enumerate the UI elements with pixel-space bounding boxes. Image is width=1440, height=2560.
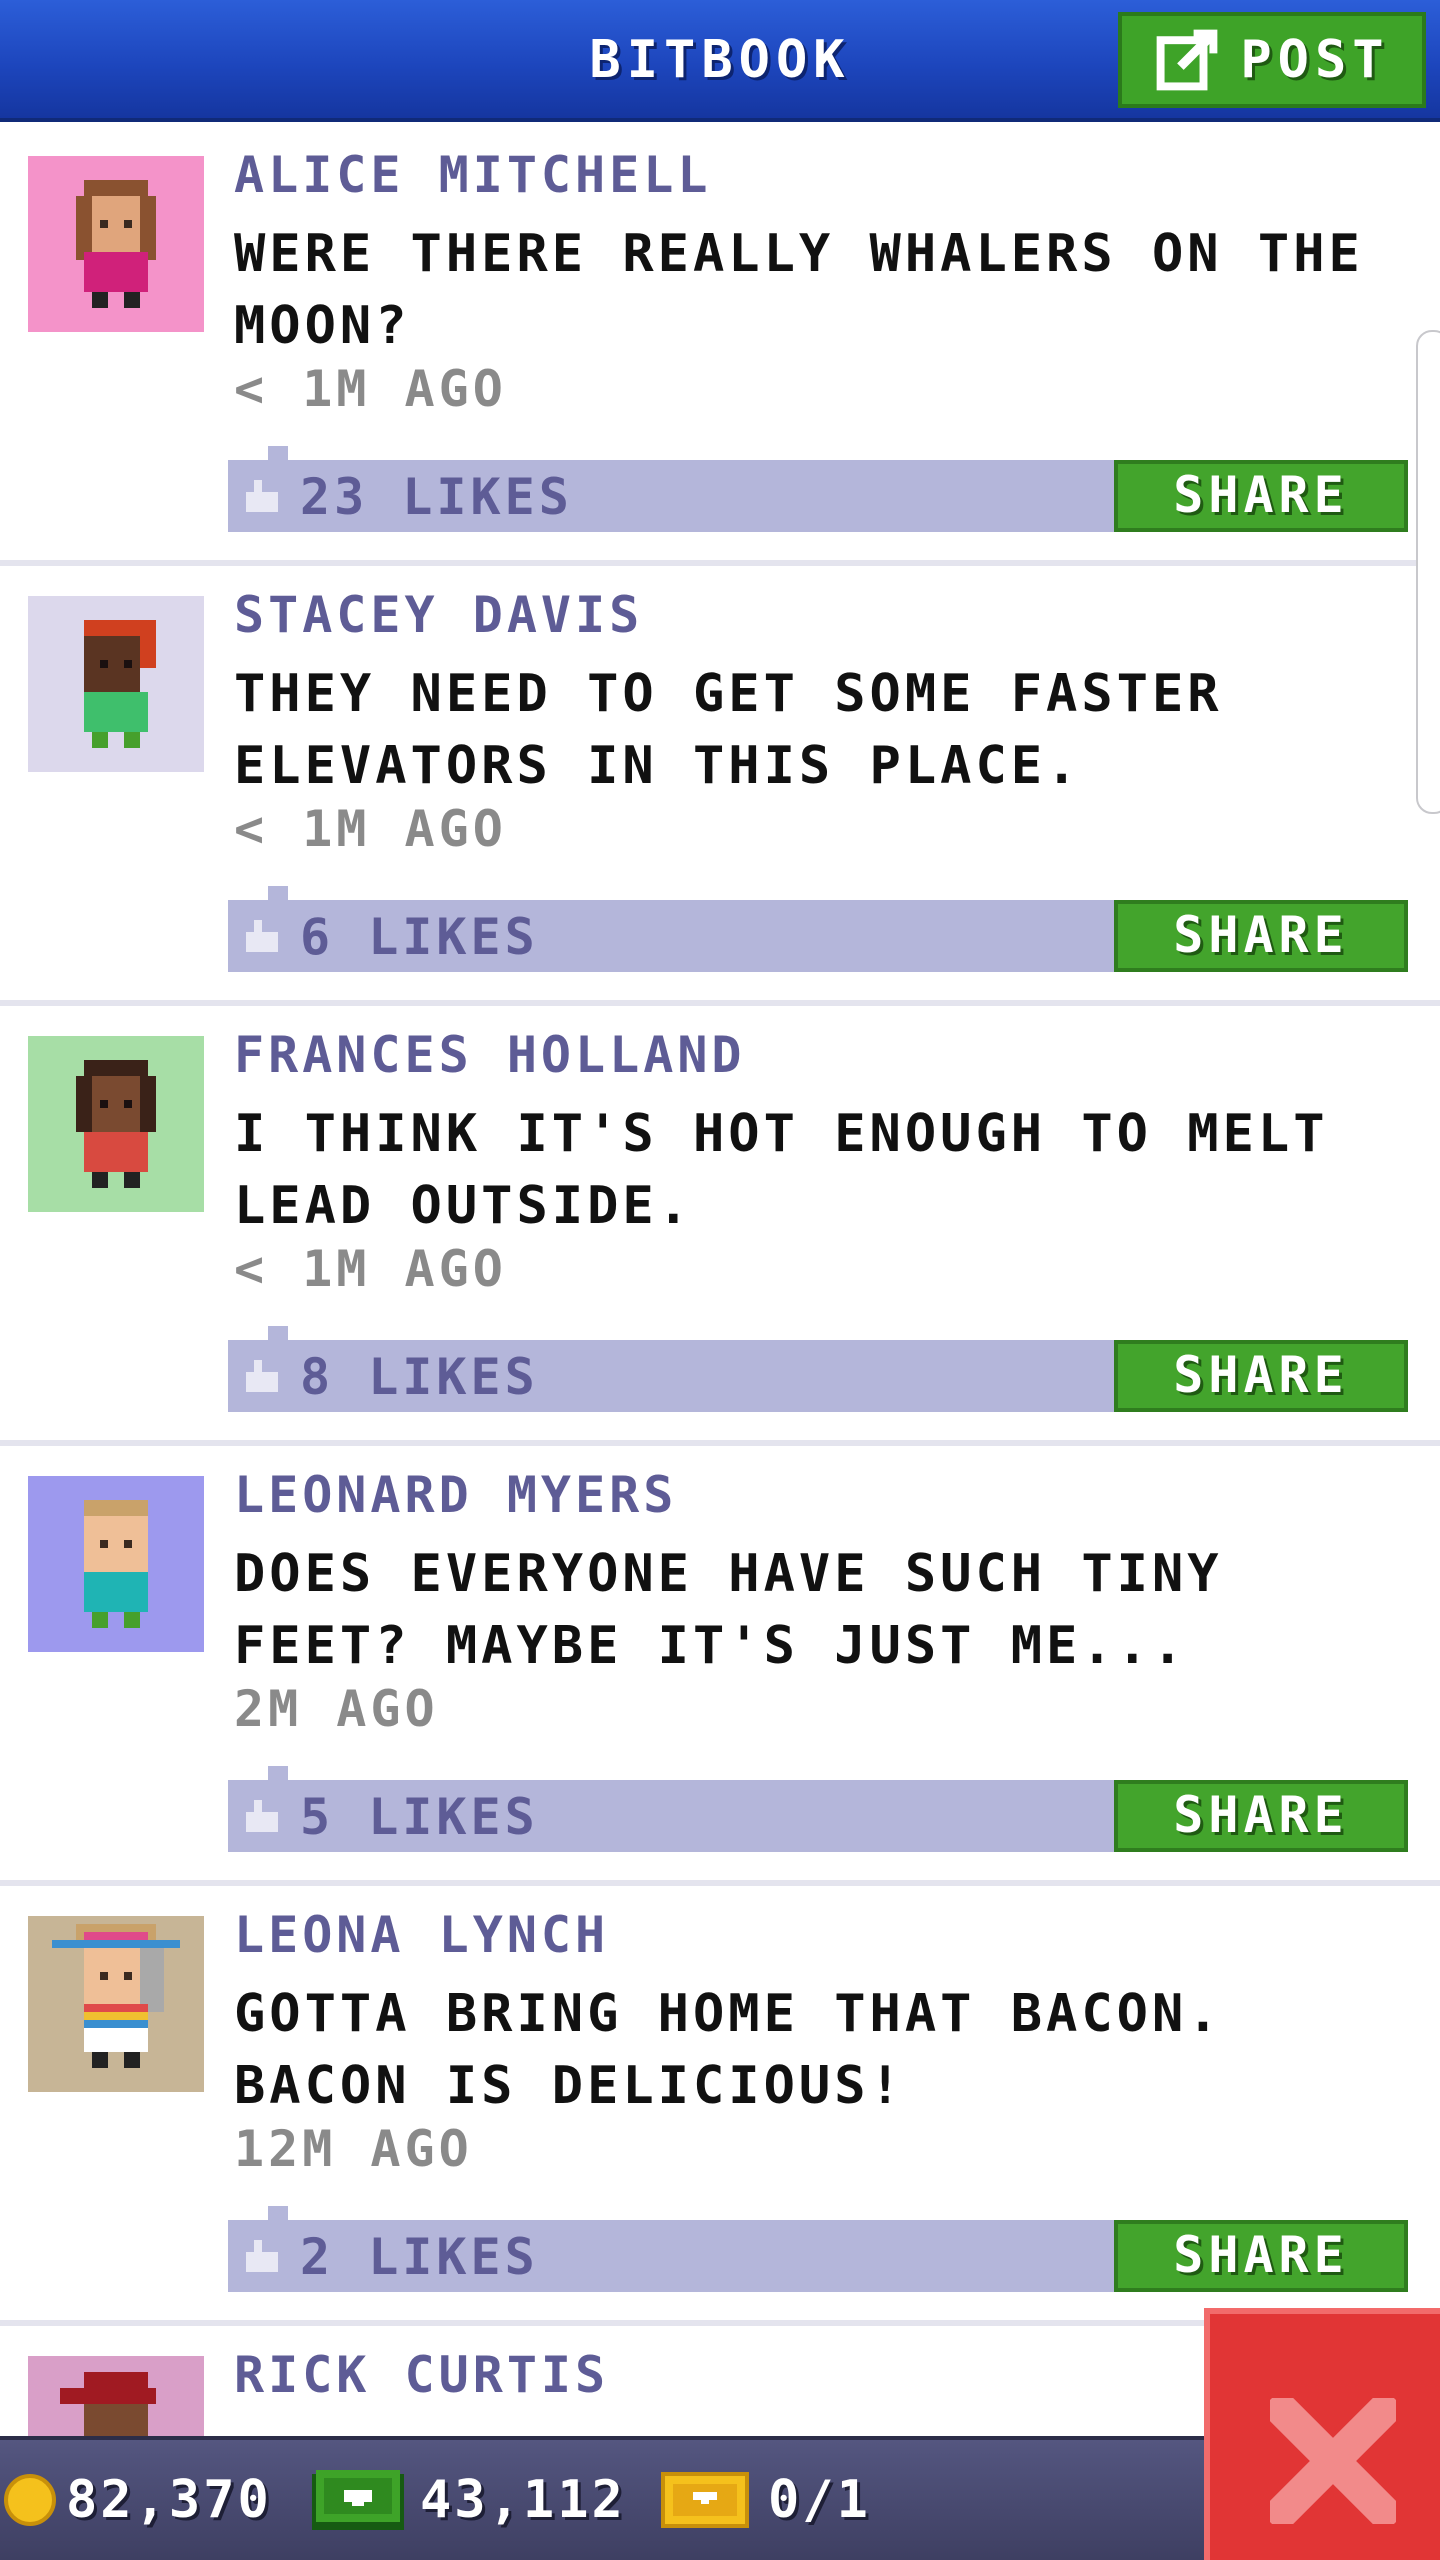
share-button[interactable]: SHARE bbox=[1114, 2220, 1408, 2292]
like-bar: 8 LIKES SHARE bbox=[228, 1326, 1408, 1412]
coin-icon bbox=[4, 2474, 56, 2526]
coins-value: 82,370 bbox=[66, 2470, 272, 2530]
post-time: 2M AGO bbox=[234, 1680, 439, 1738]
post-time: 12M AGO bbox=[234, 2120, 473, 2178]
post-message: GOTTA BRING HOME THAT BACON. BACON IS DE… bbox=[234, 1984, 1223, 2116]
bux-value: 43,112 bbox=[420, 2470, 626, 2530]
avatar[interactable] bbox=[28, 1916, 204, 2092]
thumbs-up-icon[interactable] bbox=[242, 1796, 282, 1836]
like-bar-notch bbox=[268, 446, 288, 460]
like-bar: 5 LIKES SHARE bbox=[228, 1766, 1408, 1852]
coins-stat: 82,370 bbox=[4, 2440, 272, 2560]
avatar[interactable] bbox=[28, 1036, 204, 1212]
like-bar-notch bbox=[268, 1326, 288, 1340]
close-button[interactable] bbox=[1204, 2308, 1440, 2560]
likes-count: 23 LIKES bbox=[300, 468, 573, 526]
close-icon bbox=[1270, 2398, 1396, 2524]
tickets-stat: 0/1 bbox=[660, 2440, 871, 2560]
likes-count: 2 LIKES bbox=[300, 2228, 539, 2286]
like-bar-notch bbox=[268, 1766, 288, 1780]
post-message: I THINK IT'S HOT ENOUGH TO MELT LEAD OUT… bbox=[234, 1104, 1329, 1236]
likes-count: 5 LIKES bbox=[300, 1788, 539, 1846]
thumbs-up-icon[interactable] bbox=[242, 476, 282, 516]
bux-stat: 43,112 bbox=[312, 2440, 626, 2560]
post-author[interactable]: FRANCES HOLLAND bbox=[234, 1026, 746, 1084]
post-time: < 1M AGO bbox=[234, 1240, 507, 1298]
thumbs-up-icon[interactable] bbox=[242, 916, 282, 956]
feed[interactable]: ALICE MITCHELL WERE THERE REALLY WHALERS… bbox=[0, 126, 1440, 2466]
post-author[interactable]: RICK CURTIS bbox=[234, 2346, 609, 2404]
post-author[interactable]: STACEY DAVIS bbox=[234, 586, 643, 644]
thumbs-up-icon[interactable] bbox=[242, 1356, 282, 1396]
post-button-label: POST bbox=[1240, 30, 1390, 90]
feed-post: ALICE MITCHELL WERE THERE REALLY WHALERS… bbox=[0, 126, 1440, 566]
like-bar: 6 LIKES SHARE bbox=[228, 886, 1408, 972]
post-button[interactable]: POST bbox=[1118, 12, 1426, 108]
bux-icon bbox=[312, 2470, 404, 2530]
post-message: DOES EVERYONE HAVE SUCH TINY FEET? MAYBE… bbox=[234, 1544, 1223, 1676]
share-button[interactable]: SHARE bbox=[1114, 1340, 1408, 1412]
like-bar: 2 LIKES SHARE bbox=[228, 2206, 1408, 2292]
likes-count: 8 LIKES bbox=[300, 1348, 539, 1406]
post-time: < 1M AGO bbox=[234, 360, 507, 418]
compose-icon bbox=[1157, 29, 1218, 91]
post-time: < 1M AGO bbox=[234, 800, 507, 858]
share-button[interactable]: SHARE bbox=[1114, 460, 1408, 532]
feed-post: FRANCES HOLLAND I THINK IT'S HOT ENOUGH … bbox=[0, 1006, 1440, 1446]
avatar[interactable] bbox=[28, 596, 204, 772]
post-author[interactable]: LEONARD MYERS bbox=[234, 1466, 677, 1524]
like-bar-notch bbox=[268, 886, 288, 900]
post-author[interactable]: ALICE MITCHELL bbox=[234, 146, 711, 204]
feed-post: STACEY DAVIS THEY NEED TO GET SOME FASTE… bbox=[0, 566, 1440, 1006]
tickets-value: 0/1 bbox=[768, 2470, 871, 2530]
feed-post: LEONA LYNCH GOTTA BRING HOME THAT BACON.… bbox=[0, 1886, 1440, 2326]
avatar[interactable] bbox=[28, 1476, 204, 1652]
thumbs-up-icon[interactable] bbox=[242, 2236, 282, 2276]
feed-post: LEONARD MYERS DOES EVERYONE HAVE SUCH TI… bbox=[0, 1446, 1440, 1886]
avatar[interactable] bbox=[28, 156, 204, 332]
like-bar-notch bbox=[268, 2206, 288, 2220]
scrollbar[interactable] bbox=[1416, 330, 1440, 814]
likes-count: 6 LIKES bbox=[300, 908, 539, 966]
share-button[interactable]: SHARE bbox=[1114, 900, 1408, 972]
like-bar: 23 LIKES SHARE bbox=[228, 446, 1408, 532]
post-message: THEY NEED TO GET SOME FASTER ELEVATORS I… bbox=[234, 664, 1223, 796]
app-header: BITBOOK POST bbox=[0, 0, 1440, 122]
share-button[interactable]: SHARE bbox=[1114, 1780, 1408, 1852]
post-author[interactable]: LEONA LYNCH bbox=[234, 1906, 609, 1964]
golden-ticket-icon bbox=[660, 2472, 750, 2528]
post-message: WERE THERE REALLY WHALERS ON THE MOON? bbox=[234, 224, 1364, 356]
